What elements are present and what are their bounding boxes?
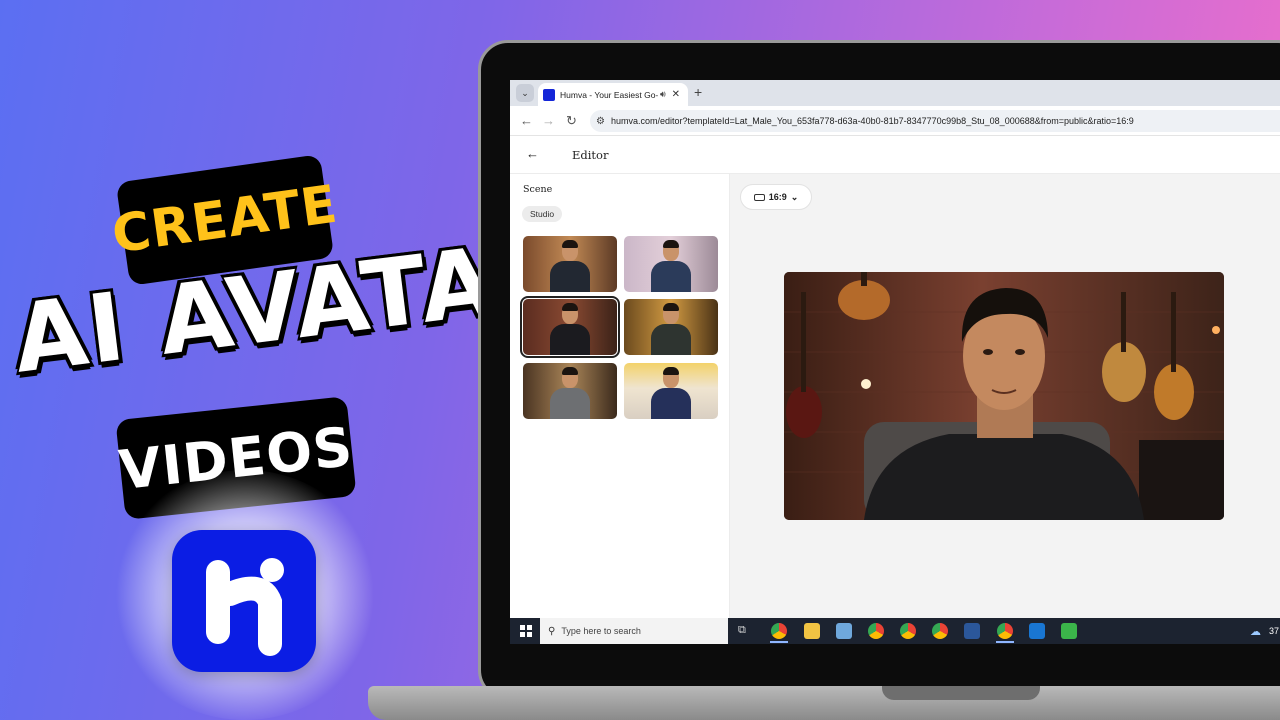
active-app-indicator [996, 641, 1014, 643]
active-app-indicator [770, 641, 788, 643]
plus-icon[interactable]: + [694, 84, 702, 100]
scene-thumb-3[interactable] [520, 296, 620, 358]
close-icon[interactable]: ✕ [672, 89, 680, 100]
tab-list-icon[interactable]: ⌄ [516, 84, 534, 102]
laptop-notch [882, 686, 1040, 700]
scene-panel: Scene Studio [510, 174, 730, 618]
humva-favicon-icon [543, 88, 555, 101]
browser-tab[interactable]: Humva - Your Easiest Go-To 🔊︎ ✕ [538, 83, 688, 106]
taskbar-search[interactable]: ⚲ Type here to search [540, 618, 728, 644]
scene-heading: Scene [523, 184, 553, 195]
windows-start-icon[interactable] [520, 625, 532, 637]
weather-icon[interactable]: ☁ [1250, 625, 1261, 638]
scene-thumb-5[interactable] [523, 363, 617, 419]
editor-workspace: 16:9 ⌄ [730, 174, 1280, 618]
audio-icon[interactable]: 🔊︎ [660, 89, 666, 100]
browser-tab-bar: ⌄ Humva - Your Easiest Go-To 🔊︎ ✕ + [510, 80, 1280, 106]
laptop-base [368, 686, 1280, 720]
word-icon[interactable] [964, 623, 980, 639]
chrome-icon[interactable] [868, 623, 884, 639]
page-title: Editor [572, 148, 609, 162]
forward-arrow-icon[interactable]: → [542, 113, 555, 128]
url-field[interactable]: ⚙ humva.com/editor?templateId=Lat_Male_Y… [590, 110, 1280, 132]
scene-thumb-4[interactable] [624, 299, 718, 355]
chrome-icon[interactable] [771, 623, 787, 639]
url-text: humva.com/editor?templateId=Lat_Male_You… [610, 116, 1134, 126]
laptop-screen: ⌄ Humva - Your Easiest Go-To 🔊︎ ✕ + ← → … [510, 80, 1280, 644]
back-arrow-icon[interactable]: ← [520, 113, 533, 128]
file-explorer-icon[interactable] [804, 623, 820, 639]
aspect-ratio-dropdown[interactable]: 16:9 ⌄ [740, 184, 812, 210]
camtasia-icon[interactable] [1061, 623, 1077, 639]
editor-header: ← Editor [510, 136, 1280, 174]
weather-temp: 37 [1269, 626, 1280, 636]
chrome-icon[interactable] [997, 623, 1013, 639]
reload-icon[interactable]: ↻ [566, 113, 577, 129]
avatar-video-preview[interactable] [784, 272, 1224, 520]
studio-filter-chip[interactable]: Studio [522, 206, 563, 222]
chevron-down-icon: ⌄ [790, 191, 799, 202]
scene-thumb-6[interactable] [624, 363, 718, 419]
chrome-icon[interactable] [932, 623, 948, 639]
scene-thumb-1[interactable] [523, 236, 617, 292]
address-bar: ← → ↻ ⚙ humva.com/editor?templateId=Lat_… [510, 106, 1280, 136]
humva-logo-icon [172, 530, 316, 672]
search-placeholder: Type here to search [561, 626, 641, 636]
site-settings-icon[interactable]: ⚙ [596, 116, 605, 127]
back-arrow-icon[interactable]: ← [526, 146, 539, 161]
windows-taskbar: ⚲ Type here to search ⧉ ☁ 37 [510, 618, 1280, 644]
tab-title: Humva - Your Easiest Go-To [560, 89, 658, 100]
ai-avatar-headline: AI AVATAR [7, 218, 576, 395]
scene-thumb-2[interactable] [624, 236, 718, 292]
chrome-icon[interactable] [900, 623, 916, 639]
app-icon[interactable] [836, 623, 852, 639]
ratio-label: 16:9 [768, 192, 787, 202]
ratio-icon [753, 193, 765, 201]
search-icon: ⚲ [548, 625, 556, 637]
app-icon[interactable] [1029, 623, 1045, 639]
task-view-icon[interactable]: ⧉ [738, 624, 746, 637]
